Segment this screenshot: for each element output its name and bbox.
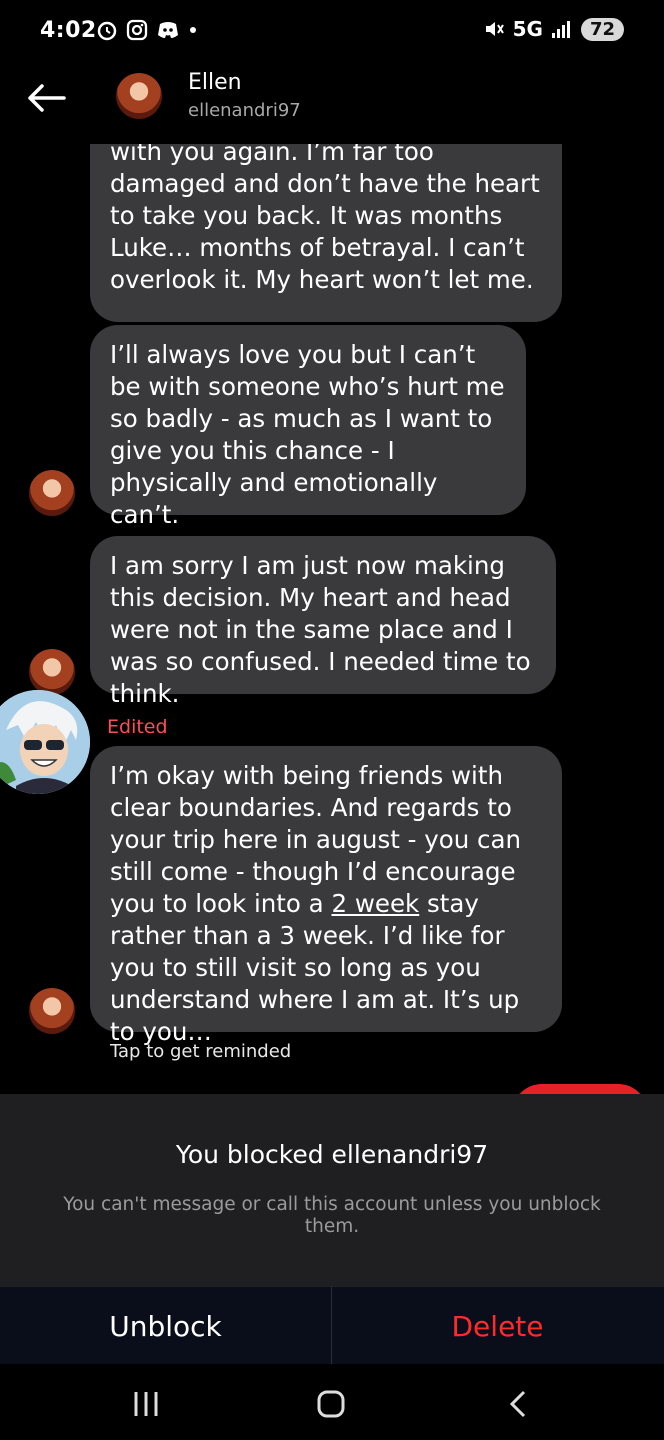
discord-icon	[158, 22, 178, 38]
system-nav-bar	[0, 1364, 664, 1440]
alarm-icon	[97, 21, 117, 41]
outgoing-message-bubble[interactable]	[512, 1084, 648, 1094]
dot-icon	[190, 27, 196, 33]
message-text: I’ll always love you but I can’t be with…	[110, 340, 505, 529]
reaction-avatar[interactable]	[0, 690, 90, 794]
notification-icons	[96, 19, 198, 41]
blocked-description: You can't message or call this account u…	[63, 1194, 601, 1237]
message-text: I am sorry I am just now making this dec…	[110, 551, 531, 708]
edited-label: Edited	[107, 716, 168, 738]
blocked-notice: You blocked ellenandri97 You can't messa…	[0, 1094, 664, 1286]
back-nav-icon[interactable]	[498, 1384, 538, 1424]
unblock-button[interactable]: Unblock	[0, 1287, 331, 1365]
mute-icon	[485, 22, 504, 36]
sender-avatar[interactable]	[29, 988, 75, 1034]
system-icons: 5G 72	[483, 17, 624, 41]
message-thread[interactable]: with you again. I’m far too damaged and …	[0, 144, 664, 1094]
battery-indicator: 72	[580, 17, 624, 41]
reminder-link[interactable]: Tap to get reminded	[110, 1041, 291, 1062]
contact-username[interactable]: ellenandri97	[188, 100, 301, 121]
home-icon[interactable]	[311, 1384, 351, 1424]
anime-character-icon	[0, 690, 90, 794]
status-bar: 4:02 5G 72	[0, 0, 664, 64]
recent-apps-icon[interactable]	[126, 1384, 166, 1424]
delete-button[interactable]: Delete	[332, 1287, 663, 1365]
sender-avatar[interactable]	[29, 649, 75, 695]
sender-avatar[interactable]	[29, 470, 75, 516]
chat-header: Ellen ellenandri97	[0, 64, 664, 144]
message-bubble[interactable]: I’m okay with being friends with clear b…	[90, 746, 562, 1046]
message-bubble[interactable]: I am sorry I am just now making this dec…	[90, 536, 556, 708]
message-bubble[interactable]: with you again. I’m far too damaged and …	[90, 144, 562, 322]
block-action-bar: Unblock Delete	[0, 1286, 664, 1365]
message-link[interactable]: 2 week	[331, 889, 419, 918]
message-text: with you again. I’m far too damaged and …	[110, 144, 540, 294]
back-arrow-icon[interactable]	[24, 78, 68, 118]
contact-avatar[interactable]	[116, 73, 162, 119]
contact-name[interactable]: Ellen	[188, 70, 242, 95]
message-bubble[interactable]: I’ll always love you but I can’t be with…	[90, 325, 526, 529]
signal-icon	[551, 21, 570, 38]
instagram-icon	[126, 19, 148, 41]
status-time: 4:02	[40, 18, 97, 43]
network-label: 5G	[512, 17, 543, 41]
blocked-title: You blocked ellenandri97	[175, 1140, 489, 1169]
